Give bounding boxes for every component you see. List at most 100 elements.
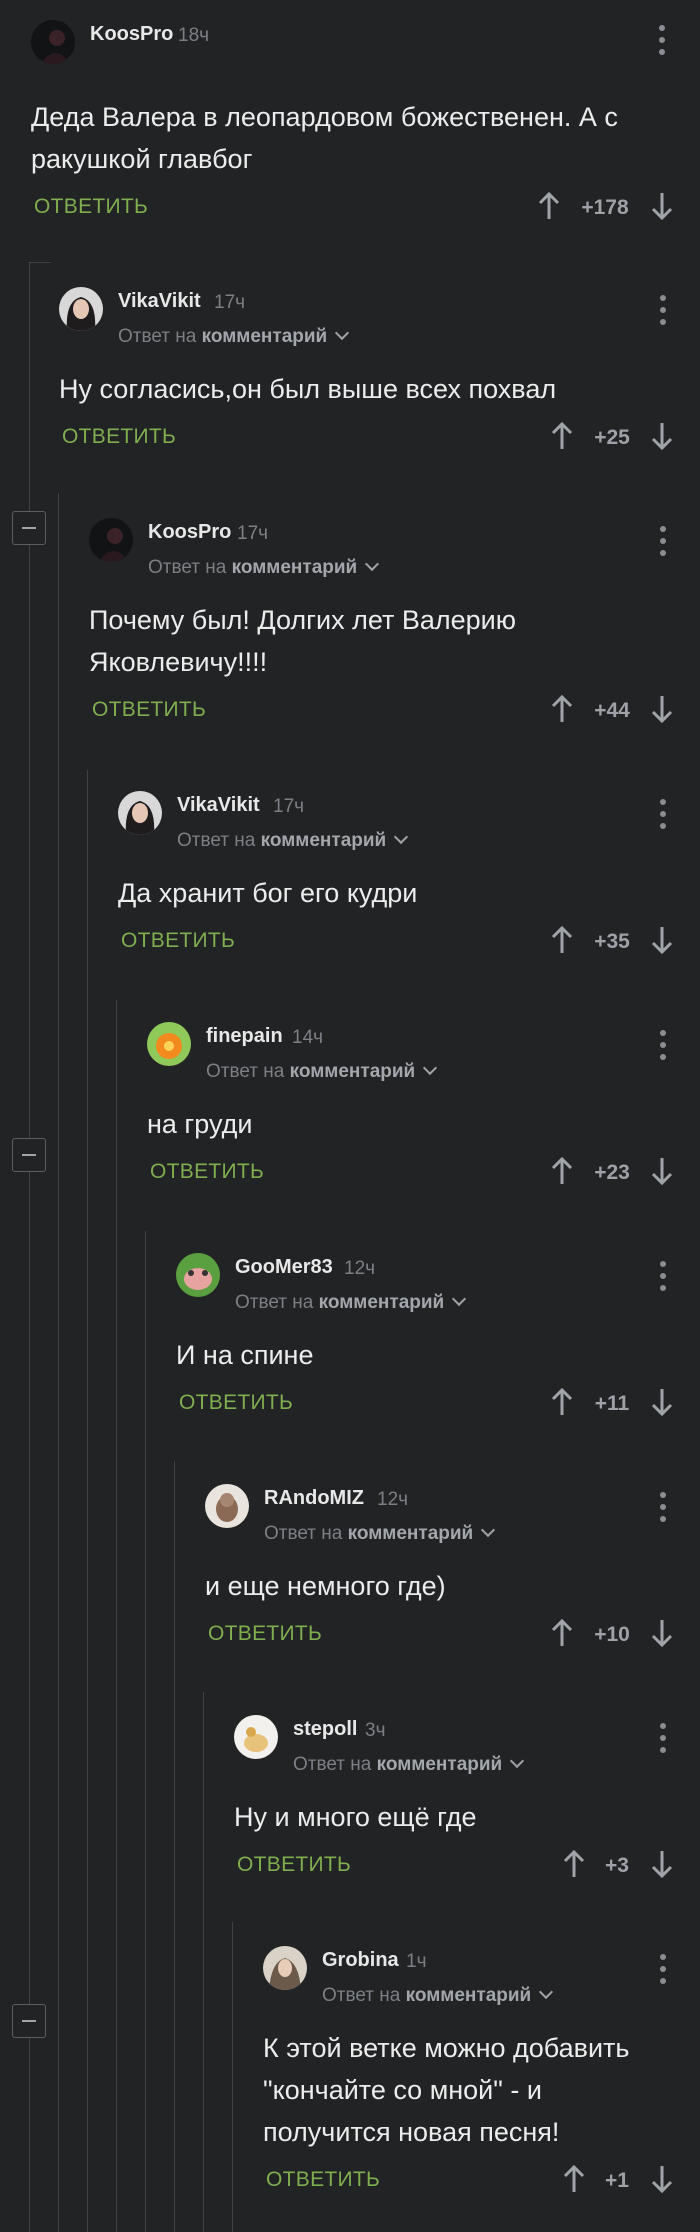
- rating: +35: [594, 930, 630, 953]
- comment-time: 3ч: [365, 1720, 386, 1741]
- arrow-up-icon[interactable]: [551, 1157, 573, 1185]
- chevron-down-icon: [365, 556, 380, 572]
- arrow-up-icon[interactable]: [551, 926, 573, 954]
- rating: +10: [594, 1623, 630, 1646]
- reply-to-link[interactable]: Ответ на комментарий: [118, 325, 350, 348]
- arrow-down-icon[interactable]: [651, 1850, 673, 1878]
- arrow-up-icon[interactable]: [551, 422, 573, 450]
- username[interactable]: KoosPro: [90, 23, 173, 46]
- chevron-down-icon: [481, 1522, 496, 1538]
- comment-text: Деда Валера в леопардовом божественен. А…: [31, 102, 618, 174]
- comment: KoosPro 18ч Деда Валера в леопардовом бо…: [31, 20, 681, 230]
- username[interactable]: finepain: [206, 1025, 283, 1048]
- more-vertical-icon[interactable]: [659, 1492, 667, 1526]
- arrow-down-icon[interactable]: [651, 422, 673, 450]
- arrow-up-icon[interactable]: [551, 1619, 573, 1647]
- chevron-down-icon: [335, 325, 350, 341]
- more-vertical-icon[interactable]: [659, 1030, 667, 1064]
- arrow-down-icon[interactable]: [651, 1157, 673, 1185]
- comment-time: 17ч: [237, 523, 269, 544]
- reply-button[interactable]: ОТВЕТИТЬ: [237, 1853, 351, 1877]
- reply-to-link[interactable]: Ответ на комментарий: [235, 1291, 467, 1314]
- more-vertical-icon[interactable]: [659, 526, 667, 560]
- comment: finepain 14ч Ответ на комментарий на гру…: [147, 1022, 681, 1222]
- avatar[interactable]: [234, 1715, 278, 1759]
- username[interactable]: Grobina: [322, 1949, 399, 1972]
- arrow-up-icon[interactable]: [538, 192, 560, 220]
- comment-text: и еще немного где): [205, 1571, 446, 1601]
- comment-time: 1ч: [406, 1951, 427, 1972]
- avatar[interactable]: [176, 1253, 220, 1297]
- reply-to-link[interactable]: Ответ на комментарий: [148, 556, 380, 579]
- collapse-thread-button[interactable]: [12, 511, 46, 545]
- chevron-down-icon: [423, 1060, 438, 1076]
- comment: stepoll 3ч Ответ на комментарий Ну и мно…: [234, 1715, 681, 1915]
- more-vertical-icon[interactable]: [659, 295, 667, 329]
- more-vertical-icon[interactable]: [658, 25, 666, 59]
- avatar[interactable]: [147, 1022, 191, 1066]
- avatar[interactable]: [263, 1946, 307, 1990]
- comment: VikaVikit 17ч Ответ на комментарий Да хр…: [118, 791, 681, 991]
- comment-time: 12ч: [344, 1258, 376, 1279]
- avatar[interactable]: [59, 287, 103, 331]
- chevron-down-icon: [539, 1984, 554, 2000]
- rating: +23: [594, 1161, 630, 1184]
- comment: RAndoMIZ 12ч Ответ на комментарий и еще …: [205, 1484, 681, 1684]
- reply-button[interactable]: ОТВЕТИТЬ: [62, 425, 176, 449]
- reply-button[interactable]: ОТВЕТИТЬ: [179, 1391, 293, 1415]
- comment-text: Ну согласись,он был выше всех похвал: [59, 374, 557, 404]
- comment-time: 17ч: [214, 292, 246, 313]
- arrow-down-icon[interactable]: [651, 1388, 673, 1416]
- reply-button[interactable]: ОТВЕТИТЬ: [34, 195, 148, 219]
- avatar[interactable]: [118, 791, 162, 835]
- avatar[interactable]: [205, 1484, 249, 1528]
- username[interactable]: RAndoMIZ: [264, 1487, 364, 1510]
- username[interactable]: stepoll: [293, 1718, 357, 1741]
- arrow-up-icon[interactable]: [551, 1388, 573, 1416]
- comment-text: И на спине: [176, 1340, 314, 1370]
- chevron-down-icon: [510, 1753, 525, 1769]
- arrow-up-icon[interactable]: [551, 695, 573, 723]
- arrow-up-icon[interactable]: [563, 2165, 585, 2193]
- reply-to-link[interactable]: Ответ на комментарий: [264, 1522, 496, 1545]
- username[interactable]: VikaVikit: [177, 794, 260, 817]
- arrow-down-icon[interactable]: [651, 695, 673, 723]
- more-vertical-icon[interactable]: [659, 1261, 667, 1295]
- more-vertical-icon[interactable]: [659, 1954, 667, 1988]
- collapse-thread-button[interactable]: [12, 2004, 46, 2038]
- collapse-thread-button[interactable]: [12, 1138, 46, 1172]
- more-vertical-icon[interactable]: [659, 1723, 667, 1757]
- username[interactable]: GooMer83: [235, 1256, 333, 1279]
- rating: +25: [594, 426, 630, 449]
- avatar[interactable]: [89, 518, 133, 562]
- reply-button[interactable]: ОТВЕТИТЬ: [266, 2168, 380, 2192]
- rating: +11: [594, 1392, 630, 1415]
- reply-button[interactable]: ОТВЕТИТЬ: [150, 1160, 264, 1184]
- comment-time: 18ч: [178, 25, 210, 46]
- rating: +178: [581, 196, 629, 219]
- chevron-down-icon: [394, 829, 409, 845]
- comment-text: Ну и много ещё где: [234, 1802, 477, 1832]
- reply-button[interactable]: ОТВЕТИТЬ: [92, 698, 206, 722]
- username[interactable]: KoosPro: [148, 521, 231, 544]
- arrow-down-icon[interactable]: [651, 926, 673, 954]
- arrow-up-icon[interactable]: [563, 1850, 585, 1878]
- reply-to-link[interactable]: Ответ на комментарий: [322, 1984, 554, 2007]
- comment-time: 17ч: [273, 796, 305, 817]
- avatar[interactable]: [31, 20, 75, 64]
- comment-text: К этой ветке можно добавить "кончайте со …: [263, 2033, 630, 2147]
- reply-to-link[interactable]: Ответ на комментарий: [293, 1753, 525, 1776]
- reply-to-link[interactable]: Ответ на комментарий: [206, 1060, 438, 1083]
- comment-time: 12ч: [377, 1489, 409, 1510]
- reply-to-link[interactable]: Ответ на комментарий: [177, 829, 409, 852]
- comment: Grobina 1ч Ответ на комментарий К этой в…: [263, 1946, 681, 2226]
- username[interactable]: VikaVikit: [118, 290, 201, 313]
- arrow-down-icon[interactable]: [651, 2165, 673, 2193]
- arrow-down-icon[interactable]: [651, 192, 673, 220]
- rating: +3: [605, 1854, 629, 1877]
- comment: GooMer83 12ч Ответ на комментарий И на с…: [176, 1253, 681, 1453]
- reply-button[interactable]: ОТВЕТИТЬ: [208, 1622, 322, 1646]
- arrow-down-icon[interactable]: [651, 1619, 673, 1647]
- reply-button[interactable]: ОТВЕТИТЬ: [121, 929, 235, 953]
- more-vertical-icon[interactable]: [659, 799, 667, 833]
